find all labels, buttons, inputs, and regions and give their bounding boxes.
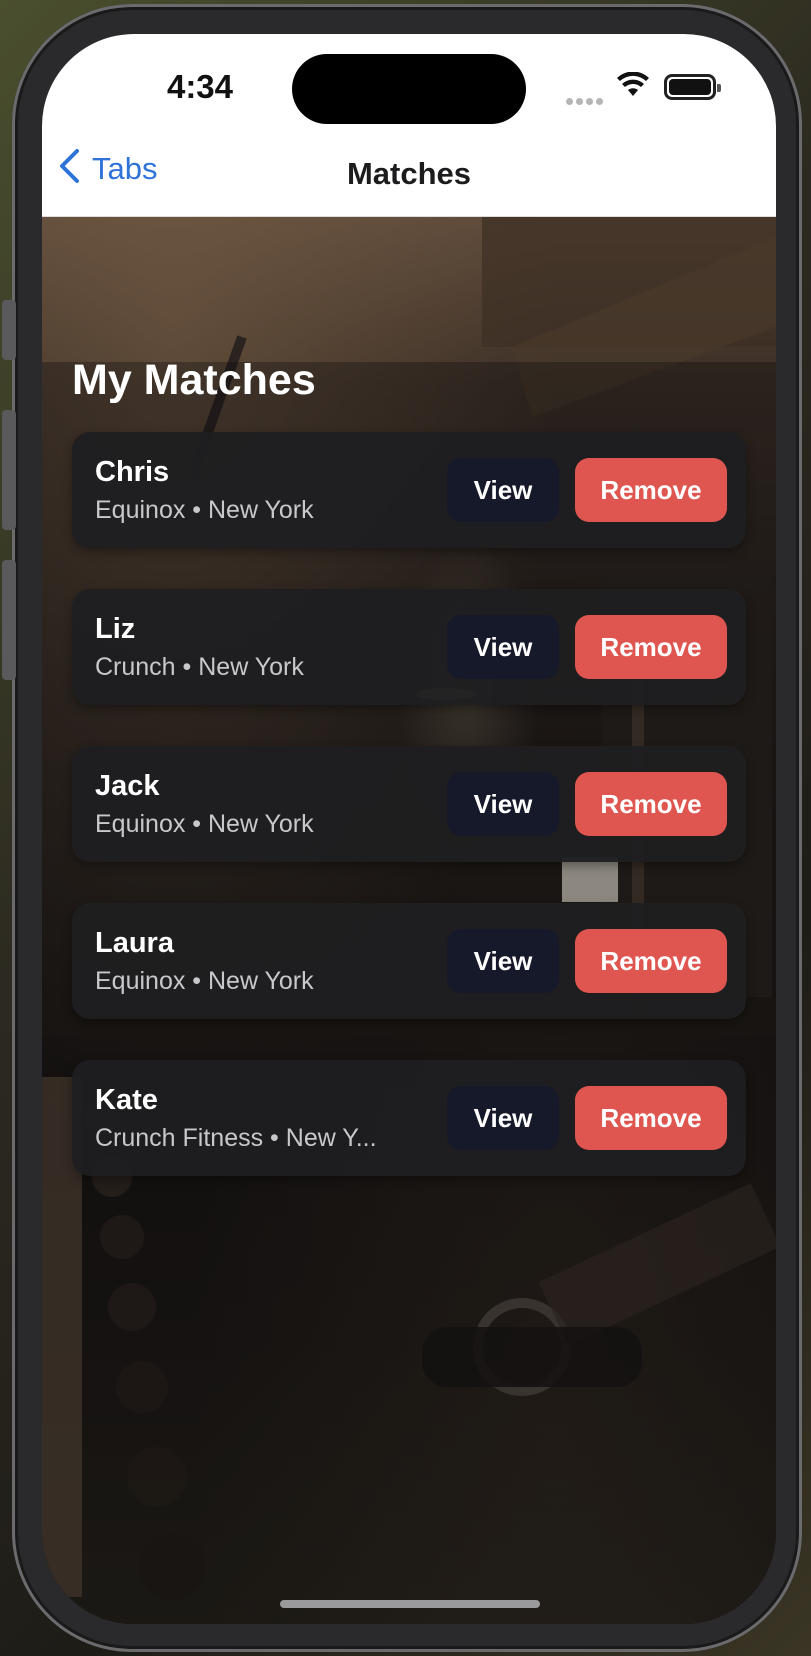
match-subtitle: Crunch • New York <box>95 653 304 681</box>
mute-switch <box>2 300 16 360</box>
navigation-bar: Tabs Matches <box>42 134 776 217</box>
match-card: Jack Equinox • New York View Remove <box>72 746 746 862</box>
match-name: Jack <box>95 770 160 802</box>
match-name: Kate <box>95 1084 158 1116</box>
view-button[interactable]: View <box>447 615 559 679</box>
match-card: Kate Crunch Fitness • New Y... View Remo… <box>72 1060 746 1176</box>
match-subtitle: Crunch Fitness • New Y... <box>95 1124 377 1152</box>
dynamic-island <box>292 54 526 124</box>
remove-button[interactable]: Remove <box>575 772 727 836</box>
view-button[interactable]: View <box>447 929 559 993</box>
remove-button[interactable]: Remove <box>575 458 727 522</box>
home-indicator[interactable] <box>280 1600 540 1608</box>
view-button[interactable]: View <box>447 772 559 836</box>
match-name: Liz <box>95 613 136 645</box>
match-name: Chris <box>95 456 170 488</box>
remove-button[interactable]: Remove <box>575 615 727 679</box>
cellular-signal-icon <box>566 92 606 110</box>
match-card: Chris Equinox • New York View Remove <box>72 432 746 548</box>
volume-down-button <box>2 560 16 680</box>
section-heading: My Matches <box>72 356 316 404</box>
wifi-icon <box>616 71 650 103</box>
match-card: Liz Crunch • New York View Remove <box>72 589 746 705</box>
remove-button[interactable]: Remove <box>575 1086 727 1150</box>
matches-list: Chris Equinox • New York View Remove Liz… <box>72 432 746 1217</box>
match-name: Laura <box>95 927 174 959</box>
volume-up-button <box>2 410 16 530</box>
status-time: 4:34 <box>166 68 234 105</box>
screen: 4:34 Tabs Matches My Matches Chris Equin… <box>42 34 776 1624</box>
view-button[interactable]: View <box>447 1086 559 1150</box>
match-subtitle: Equinox • New York <box>95 810 314 838</box>
match-card: Laura Equinox • New York View Remove <box>72 903 746 1019</box>
remove-button[interactable]: Remove <box>575 929 727 993</box>
page-title: Matches <box>346 156 472 191</box>
match-subtitle: Equinox • New York <box>95 967 314 995</box>
view-button[interactable]: View <box>447 458 559 522</box>
battery-icon <box>664 74 721 100</box>
match-subtitle: Equinox • New York <box>95 496 314 524</box>
